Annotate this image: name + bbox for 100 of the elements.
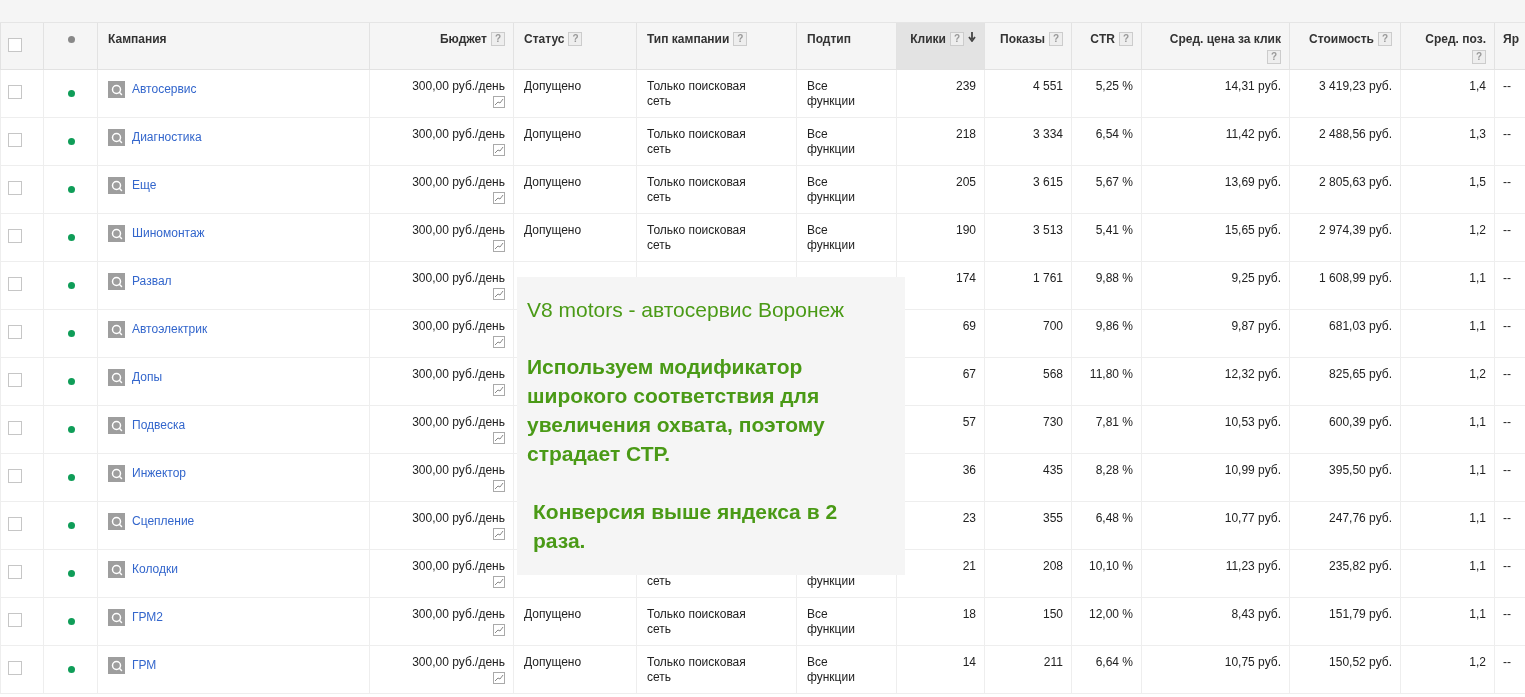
row-checkbox[interactable] (8, 133, 22, 147)
table-cell: 2 488,56 руб. (1319, 127, 1392, 141)
table-cell: 9,87 руб. (1231, 319, 1281, 333)
table-cell: 681,03 руб. (1329, 319, 1392, 333)
table-cell: 208 (1042, 559, 1063, 573)
column-header[interactable]: Стоимость ? (1289, 23, 1401, 70)
row-checkbox[interactable] (8, 661, 22, 675)
column-header[interactable]: Подтип (796, 23, 897, 70)
column-header[interactable]: Сред. цена за клик ? (1141, 23, 1290, 70)
row-checkbox[interactable] (8, 517, 22, 531)
table-cell: 3 513 (1032, 223, 1063, 237)
column-header[interactable]: Бюджет ? (369, 23, 514, 70)
table-cell: 8,28 % (1095, 463, 1133, 477)
column-header[interactable]: Клики ? (896, 23, 985, 70)
campaign-link[interactable]: Еще (132, 178, 157, 193)
campaign-link[interactable]: Допы (132, 370, 163, 385)
search-icon (108, 465, 125, 482)
search-icon (108, 321, 125, 338)
table-cell: 10,10 % (1088, 559, 1133, 573)
table-cell: -- (1503, 79, 1511, 93)
subtype-text: функции (807, 670, 856, 685)
subtype-text: функции (807, 94, 856, 109)
table-cell: 190 (955, 223, 976, 237)
budget-text: 300,00 руб./день (412, 415, 505, 430)
campaign-type-text: Только поисковая (647, 223, 747, 238)
table-cell: -- (1503, 463, 1511, 477)
table-cell: 67 (962, 367, 976, 381)
chart-icon[interactable] (493, 432, 505, 444)
row-checkbox[interactable] (8, 229, 22, 243)
chart-icon[interactable] (493, 144, 505, 156)
search-icon (108, 513, 125, 530)
table-cell: 3 419,23 руб. (1319, 79, 1392, 93)
campaign-link[interactable]: Подвеска (132, 418, 186, 433)
chart-icon[interactable] (493, 240, 505, 252)
table-cell: 150,52 руб. (1329, 655, 1392, 669)
row-checkbox[interactable] (8, 469, 22, 483)
column-header[interactable]: Тип кампании ? (636, 23, 797, 70)
chart-icon[interactable] (493, 672, 505, 684)
campaign-type-text: Только поисковая (647, 607, 747, 622)
table-cell: 1,1 (1469, 607, 1486, 621)
budget-text: 300,00 руб./день (412, 127, 505, 142)
chart-icon[interactable] (493, 96, 505, 108)
campaign-link[interactable]: Инжектор (132, 466, 187, 481)
column-header[interactable]: Яр (1494, 23, 1525, 70)
row-checkbox[interactable] (8, 325, 22, 339)
column-header[interactable]: CTR ? (1071, 23, 1142, 70)
search-icon (108, 609, 125, 626)
row-checkbox[interactable] (8, 181, 22, 195)
chart-icon[interactable] (493, 528, 505, 540)
table-cell: 18 (962, 607, 976, 621)
campaign-link[interactable]: ГРМ2 (132, 610, 164, 625)
row-checkbox[interactable] (8, 85, 22, 99)
chart-icon[interactable] (493, 624, 505, 636)
chart-icon[interactable] (493, 336, 505, 348)
table-cell: 6,64 % (1095, 655, 1133, 669)
table-cell: 5,25 % (1095, 79, 1133, 93)
table-cell: 6,54 % (1095, 127, 1133, 141)
column-header[interactable]: Кампания (97, 23, 370, 70)
chart-icon[interactable] (493, 288, 505, 300)
chart-icon[interactable] (493, 576, 505, 588)
table-cell: -- (1503, 607, 1511, 621)
row-checkbox[interactable] (8, 277, 22, 291)
campaign-link[interactable]: Автосервис (132, 82, 197, 97)
chart-icon[interactable] (493, 192, 505, 204)
search-icon (108, 225, 125, 242)
table-cell: 1,1 (1469, 511, 1486, 525)
table-cell: 1,2 (1469, 367, 1486, 381)
campaign-type-text: Только поисковая (647, 127, 747, 142)
table-cell: 14 (962, 655, 976, 669)
column-header[interactable]: Сред. поз. ? (1400, 23, 1495, 70)
row-checkbox[interactable] (8, 565, 22, 579)
table-cell: 7,81 % (1095, 415, 1133, 429)
column-header[interactable]: Статус ? (513, 23, 637, 70)
column-header[interactable]: Показы ? (984, 23, 1072, 70)
campaign-link[interactable]: Развал (132, 274, 172, 289)
select-all-checkbox[interactable] (8, 38, 22, 52)
table-cell: 9,88 % (1095, 271, 1133, 285)
table-cell: 1,3 (1469, 127, 1486, 141)
campaign-type-text: сеть (647, 142, 673, 157)
table-cell: 11,23 руб. (1225, 559, 1281, 573)
campaign-link[interactable]: Колодки (132, 562, 178, 577)
table-cell: 1,1 (1469, 271, 1486, 285)
campaign-link[interactable]: ГРМ (132, 658, 157, 673)
table-cell: -- (1503, 223, 1511, 237)
campaign-link[interactable]: Сцепление (132, 514, 195, 529)
chart-icon[interactable] (493, 384, 505, 396)
table-cell: Допущено (524, 175, 582, 189)
row-checkbox[interactable] (8, 613, 22, 627)
campaign-link[interactable]: Шиномонтаж (132, 226, 205, 241)
campaign-type-text: сеть (647, 574, 673, 589)
table-cell: 11,42 руб. (1225, 127, 1281, 141)
table-cell: 15,65 руб. (1224, 223, 1281, 237)
row-checkbox[interactable] (8, 421, 22, 435)
campaign-link[interactable]: Диагностика (132, 130, 202, 145)
table-cell: 11,80 % (1089, 367, 1133, 381)
table-cell: 174 (955, 271, 976, 285)
campaign-link[interactable]: Автоэлектрик (132, 322, 208, 337)
chart-icon[interactable] (493, 480, 505, 492)
row-checkbox[interactable] (8, 373, 22, 387)
subtype-text: функции (807, 142, 856, 157)
